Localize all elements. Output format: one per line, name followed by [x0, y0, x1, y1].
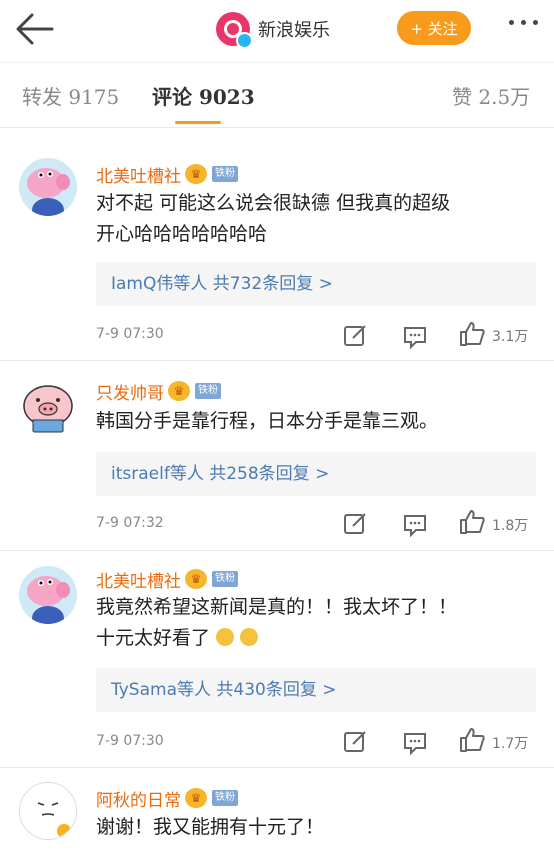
top-bar: 新浪娱乐 + 关注	[0, 0, 554, 58]
crown-icon: ♛	[185, 788, 207, 808]
account-header[interactable]: 新浪娱乐	[216, 10, 330, 49]
tab-likes[interactable]: 赞 2.5万	[452, 81, 530, 110]
like-icon[interactable]	[459, 727, 485, 753]
crown-icon: ♛	[168, 381, 190, 401]
crying-emoji-icon	[216, 628, 235, 646]
repost-icon[interactable]	[343, 511, 367, 537]
username[interactable]: 北美吐槽社	[96, 567, 181, 592]
like-count: 3.1万	[492, 329, 529, 345]
repost-icon[interactable]	[343, 323, 367, 349]
tab-bar: 转发 9175 评论 9023 赞 2.5万	[0, 62, 554, 128]
fan-badge: 铁粉	[212, 166, 238, 182]
like-icon[interactable]	[459, 509, 485, 535]
comment-icon[interactable]	[403, 512, 427, 538]
fan-badge: 铁粉	[212, 790, 238, 806]
username-row: 北美吐槽社 ♛ 铁粉	[96, 162, 238, 187]
avatar[interactable]	[19, 378, 77, 436]
avatar[interactable]	[19, 566, 77, 624]
crown-icon: ♛	[185, 569, 207, 589]
username[interactable]: 阿秋的日常	[96, 786, 181, 811]
avatar[interactable]	[19, 782, 77, 840]
comment-text: 韩国分手是靠行程，日本分手是靠三观。	[96, 410, 439, 432]
like-icon[interactable]	[459, 321, 485, 347]
account-name: 新浪娱乐	[258, 20, 330, 41]
like-count: 1.7万	[492, 736, 529, 752]
comment-text: 谢谢！我又能拥有十元了！	[96, 816, 325, 838]
avatar[interactable]	[19, 158, 77, 216]
back-arrow-icon[interactable]	[14, 12, 54, 46]
comment-text: 我竟然希望这新闻是真的！！我太坏了！！ 十元太好看了	[96, 596, 458, 649]
replies-summary[interactable]: TySama等人 共430条回复 >	[96, 668, 536, 712]
tab-comments[interactable]: 评论 9023	[152, 81, 255, 110]
username-row: 北美吐槽社 ♛ 铁粉	[96, 567, 238, 592]
comment-icon[interactable]	[403, 324, 427, 350]
comment-time: 7-9 07:32	[96, 515, 164, 531]
fan-badge: 铁粉	[212, 571, 238, 587]
divider	[0, 360, 554, 361]
follow-button[interactable]: + 关注	[397, 11, 471, 45]
comment-time: 7-9 07:30	[96, 733, 164, 749]
username[interactable]: 只发帅哥	[96, 379, 164, 404]
repost-icon[interactable]	[343, 729, 367, 755]
username-row: 阿秋的日常 ♛ 铁粉	[96, 786, 238, 811]
username-row: 只发帅哥 ♛ 铁粉	[96, 379, 221, 404]
active-tab-indicator	[175, 121, 221, 124]
comment-text: 对不起 可能这么说会很缺德 但我真的超级 开心哈哈哈哈哈哈哈	[96, 192, 451, 245]
more-options-icon[interactable]	[509, 20, 538, 25]
account-avatar	[216, 12, 253, 49]
like-count: 1.8万	[492, 518, 529, 534]
username[interactable]: 北美吐槽社	[96, 162, 181, 187]
divider	[0, 767, 554, 768]
replies-summary[interactable]: IamQ伟等人 共732条回复 >	[96, 262, 536, 306]
crying-emoji-icon	[240, 628, 259, 646]
tab-reposts[interactable]: 转发 9175	[22, 81, 119, 110]
divider	[0, 550, 554, 551]
crown-icon: ♛	[185, 164, 207, 184]
comment-time: 7-9 07:30	[96, 326, 164, 342]
replies-summary[interactable]: itsraelf等人 共258条回复 >	[96, 452, 536, 496]
verified-icon	[236, 32, 253, 49]
fan-badge: 铁粉	[195, 383, 221, 399]
comment-icon[interactable]	[403, 730, 427, 756]
